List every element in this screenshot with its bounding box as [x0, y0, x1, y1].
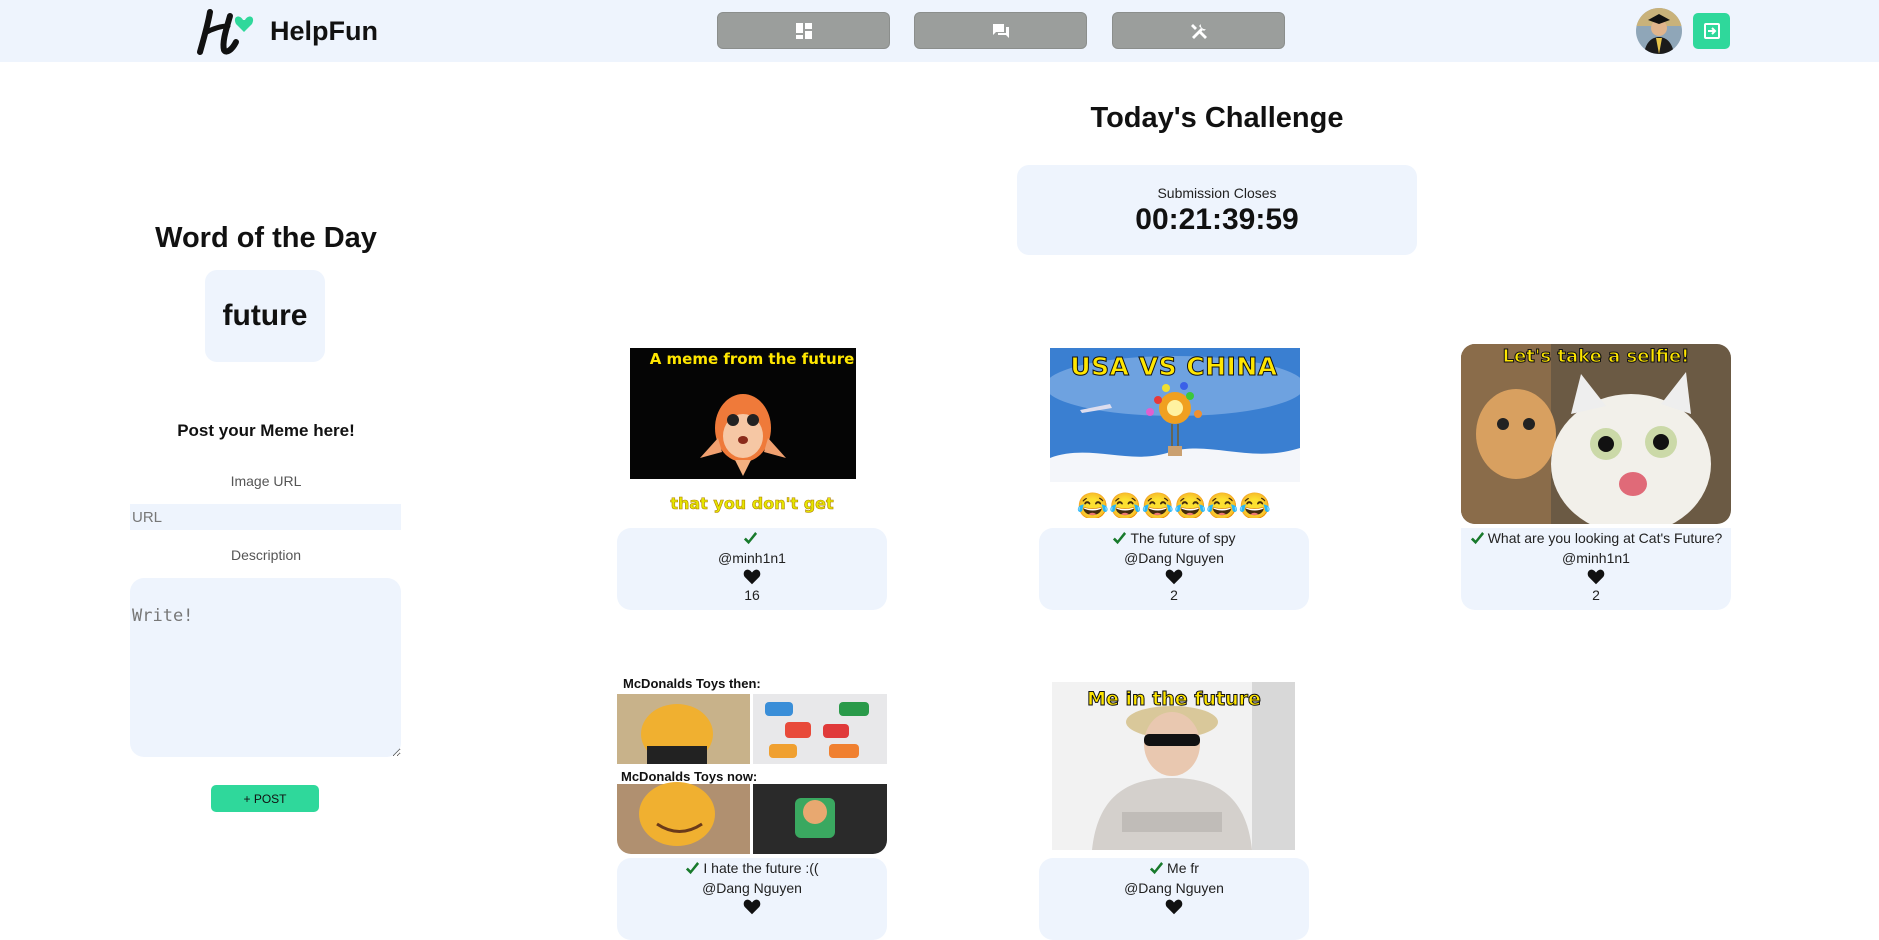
meme-caption: What are you looking at Cat's Future? @m…	[1461, 528, 1731, 610]
check-icon	[743, 531, 758, 544]
top-bar: HelpFun	[0, 0, 1879, 62]
challenge-title: Today's Challenge	[1090, 102, 1344, 134]
like-count: 2	[1170, 587, 1178, 603]
meme-top-text: Me in the future	[1087, 688, 1262, 711]
meme-top-text: USA VS CHINA	[1070, 352, 1278, 382]
meme-description: The future of spy	[1130, 530, 1236, 546]
heart-icon[interactable]	[1165, 568, 1183, 586]
meme-author[interactable]: @Dang Nguyen	[1039, 548, 1309, 568]
chat-icon	[992, 23, 1009, 38]
word-of-the-day: future	[205, 270, 325, 362]
meme-top-text: A meme from the future	[649, 350, 855, 368]
meme-image[interactable]: McDonalds Toys then: McDonalds Toys now:	[617, 674, 887, 854]
tools-icon	[1190, 23, 1207, 39]
meme-card[interactable]: Let's take a selfie! What are you lookin…	[1461, 344, 1731, 610]
word-of-the-day-title: Word of the Day	[155, 222, 377, 254]
meme-mid-text: McDonalds Toys now:	[621, 769, 758, 784]
description-input[interactable]	[130, 578, 401, 757]
meme-bottom-text: 😂😂😂😂😂😂	[1076, 491, 1272, 518]
logout-icon	[1703, 23, 1720, 39]
check-icon	[686, 861, 700, 874]
countdown-panel: Submission Closes 00:21:39:59	[1017, 165, 1417, 255]
countdown-timer: 00:21:39:59	[1135, 203, 1299, 236]
meme-card[interactable]: Me in the future Me fr @Dang Nguyen	[1039, 674, 1309, 940]
meme-top-text: Let's take a selfie!	[1502, 346, 1690, 368]
post-meme-title: Post your Meme here!	[177, 421, 355, 440]
meme-image[interactable]: A meme from the future that you don't ge…	[617, 344, 887, 518]
meme-description: Me fr	[1167, 860, 1199, 876]
meme-author[interactable]: @Dang Nguyen	[617, 878, 887, 898]
meme-caption: I hate the future :(( @Dang Nguyen	[617, 858, 887, 940]
check-icon	[1149, 861, 1164, 874]
meme-caption: Me fr @Dang Nguyen	[1039, 858, 1309, 940]
like-count: 2	[1592, 587, 1600, 603]
meme-author[interactable]: @minh1n1	[617, 548, 887, 568]
user-avatar-icon	[1636, 8, 1682, 54]
heart-icon[interactable]	[1165, 898, 1183, 916]
check-icon	[1113, 531, 1127, 544]
meme-author[interactable]: @minh1n1	[1461, 548, 1731, 568]
heart-icon[interactable]	[1587, 568, 1605, 586]
chat-button[interactable]	[914, 12, 1087, 49]
meme-image[interactable]: Let's take a selfie!	[1461, 344, 1731, 524]
countdown-label: Submission Closes	[1157, 185, 1277, 201]
image-url-input[interactable]	[130, 504, 401, 530]
description-label: Description	[230, 547, 302, 563]
meme-card[interactable]: A meme from the future that you don't ge…	[617, 344, 887, 610]
dashboard-icon	[795, 22, 812, 39]
meme-image[interactable]: Me in the future	[1039, 674, 1309, 854]
helpfun-logo-icon	[197, 9, 254, 55]
brand-name: HelpFun	[270, 15, 378, 46]
cat-selfie-image	[1461, 344, 1731, 524]
like-count: 16	[744, 587, 760, 603]
heart-icon[interactable]	[743, 898, 761, 916]
meme-card[interactable]: USA VS CHINA 😂😂😂😂😂😂 The future of spy @D…	[1039, 344, 1309, 610]
logo[interactable]: HelpFun	[196, 6, 378, 56]
meme-description: What are you looking at Cat's Future?	[1487, 530, 1723, 546]
heart-icon[interactable]	[743, 568, 761, 586]
meme-bottom-text: that you don't get	[670, 494, 834, 514]
meme-author[interactable]: @Dang Nguyen	[1039, 878, 1309, 898]
tools-button[interactable]	[1112, 12, 1285, 49]
meme-image[interactable]: USA VS CHINA 😂😂😂😂😂😂	[1039, 344, 1309, 518]
meme-description: I hate the future :((	[703, 860, 819, 876]
logout-button[interactable]	[1693, 13, 1730, 49]
image-url-label: Image URL	[230, 473, 302, 489]
meme-caption: @minh1n1 16	[617, 528, 887, 610]
meme-card[interactable]: McDonalds Toys then: McDonalds Toys now:…	[617, 674, 887, 940]
post-button[interactable]: + POST	[211, 785, 319, 812]
meme-top-text: McDonalds Toys then:	[623, 676, 761, 691]
avatar[interactable]	[1636, 8, 1682, 54]
meme-caption: The future of spy @Dang Nguyen 2	[1039, 528, 1309, 610]
dashboard-button[interactable]	[717, 12, 890, 49]
check-icon	[1470, 531, 1484, 544]
